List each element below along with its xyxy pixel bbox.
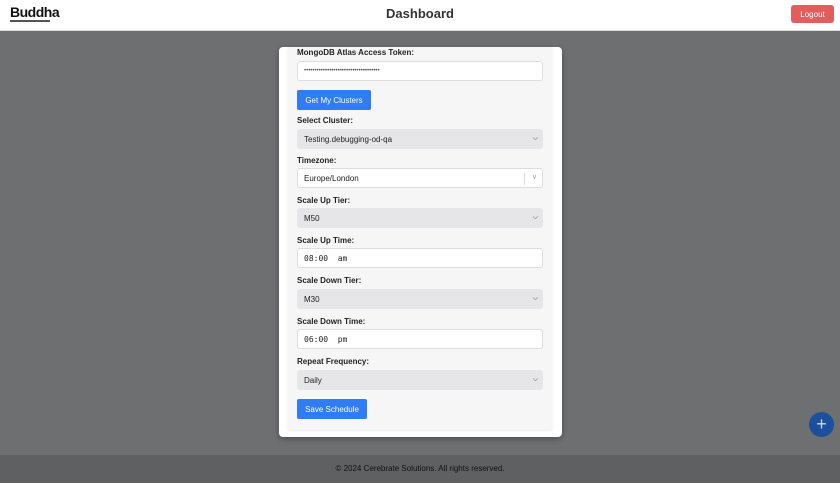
scale-down-time-input[interactable]: 06:00 pm [297, 329, 543, 349]
repeat-value: Daily [304, 375, 322, 385]
logout-button[interactable]: Logout [791, 5, 834, 23]
chevron-down-icon: ⌵ [532, 214, 538, 221]
get-clusters-button[interactable]: Get My Clusters [297, 90, 371, 110]
repeat-select[interactable]: Daily ⌵ [297, 370, 543, 390]
scale-up-tier-value: M50 [304, 213, 320, 223]
scale-up-time-label: Scale Up Time: [297, 236, 355, 245]
cluster-select[interactable]: Testing.debugging-od-qa ⌵ [297, 129, 543, 149]
header: Buddha Dashboard Logout [0, 0, 840, 31]
save-schedule-button[interactable]: Save Schedule [297, 399, 367, 419]
timezone-label: Timezone: [297, 156, 337, 165]
page-title: Dashboard [386, 6, 454, 21]
scale-down-time-label: Scale Down Time: [297, 317, 366, 326]
scale-down-tier-label: Scale Down Tier: [297, 276, 362, 285]
scale-down-tier-value: M30 [304, 294, 320, 304]
timezone-select[interactable]: Europe/London ∨ [297, 168, 543, 188]
cluster-label: Select Cluster: [297, 116, 354, 125]
cluster-value: Testing.debugging-od-qa [304, 134, 393, 144]
add-fab-button[interactable]: + [809, 412, 834, 437]
token-label: MongoDB Atlas Access Token: [297, 48, 415, 57]
repeat-label: Repeat Frequency: [297, 357, 370, 366]
chevron-down-icon: ⌵ [532, 295, 538, 302]
token-input[interactable]: •••••••••••••••••••••••••••••••••••• [297, 61, 543, 81]
scale-up-tier-select[interactable]: M50 ⌵ [297, 208, 543, 228]
scale-down-tier-select[interactable]: M30 ⌵ [297, 289, 543, 309]
timezone-value: Europe/London [304, 173, 359, 183]
separator [524, 173, 525, 185]
chevron-down-icon: ⌵ [532, 135, 538, 142]
scale-up-time-input[interactable]: 08:00 am [297, 248, 543, 268]
chevron-down-icon: ∨ [531, 174, 537, 181]
footer: © 2024 Cerebrate Solutions. All rights r… [0, 455, 840, 483]
plus-icon: + [816, 414, 827, 434]
scale-up-tier-label: Scale Up Tier: [297, 196, 351, 205]
chevron-down-icon: ⌵ [532, 376, 538, 383]
